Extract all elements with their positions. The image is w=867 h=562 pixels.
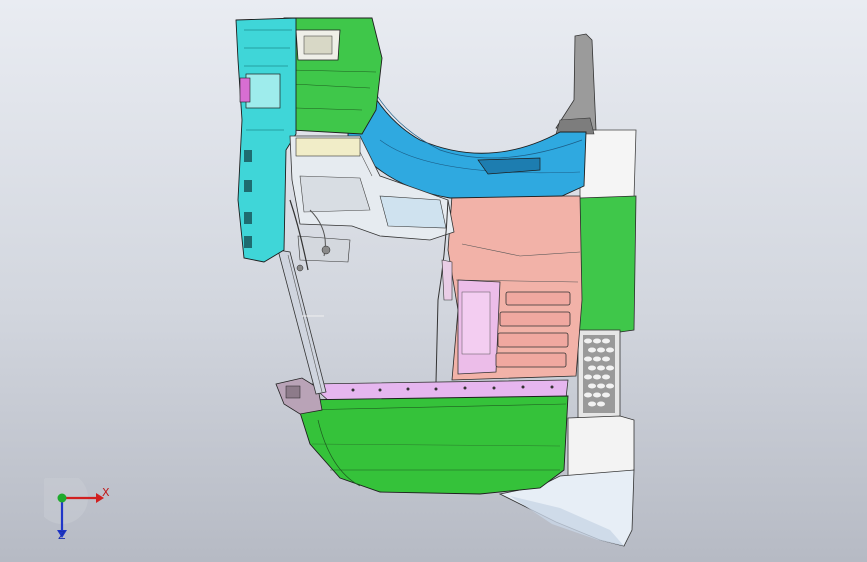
mirror-bracket[interactable] [555,33,597,131]
headlamp-pink-insert [239,77,251,103]
triad-origin-arc [44,478,88,524]
vent-grille[interactable] [577,329,621,419]
support-strut[interactable] [277,249,327,395]
triad-x-label: X [102,486,110,499]
rear-lower-skirt[interactable] [567,415,635,477]
triad-z-label: Z [58,529,66,542]
coordinate-triad [44,478,104,538]
3d-model-viewport[interactable]: X Z [0,0,867,562]
rear-white-panel[interactable] [579,129,637,201]
upper-blue-fender[interactable] [347,39,587,199]
headlamp-lens [245,73,281,109]
triad-y-axis [57,493,67,503]
headlamp-housing[interactable] [235,17,297,263]
yellow-plate [295,137,361,157]
cab-fender-model[interactable] [0,0,867,562]
